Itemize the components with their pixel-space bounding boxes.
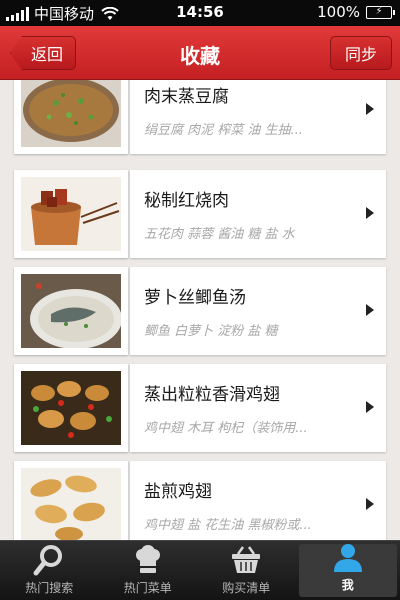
steamed-wings-image — [21, 371, 121, 445]
tofu-dish-image — [21, 80, 121, 147]
user-icon — [331, 540, 365, 574]
chevron-right-icon — [366, 304, 374, 316]
recipe-name: 秘制红烧肉 — [144, 191, 229, 211]
tab-label: 热门搜索 — [25, 581, 74, 595]
recipe-card[interactable]: 蒸出粒粒香滑鸡翅 鸡中翅 木耳 枸杞（装饰用... — [130, 364, 386, 452]
status-bar: 中国移动 14:56 100% ⚡ — [0, 0, 400, 26]
chevron-right-icon — [366, 401, 374, 413]
recipe-card[interactable]: 盐煎鸡翅 鸡中翅 盐 花生油 黑椒粉或... — [130, 461, 386, 540]
recipe-ingredients: 绢豆腐 肉泥 榨菜 油 生抽... — [144, 123, 303, 138]
navigation-bar: 返回 收藏 同步 — [0, 26, 400, 80]
recipe-name: 盐煎鸡翅 — [144, 482, 212, 502]
tab-me[interactable]: 我 — [298, 544, 397, 597]
magnifier-icon — [32, 543, 66, 577]
recipe-ingredients: 鸡中翅 盐 花生油 黑椒粉或... — [144, 518, 312, 533]
braised-pork-image — [21, 177, 121, 251]
basket-icon — [229, 543, 263, 577]
recipe-ingredients: 鲫鱼 白萝卜 淀粉 盐 糖 — [144, 324, 278, 339]
recipe-ingredients: 五花肉 蒜蓉 酱油 糖 盐 水 — [144, 227, 295, 242]
tab-label: 热门菜单 — [123, 581, 172, 595]
fish-soup-image — [21, 274, 121, 348]
recipe-name: 萝卜丝鲫鱼汤 — [144, 288, 246, 308]
list-item[interactable]: 肉末蒸豆腐 绢豆腐 肉泥 榨菜 油 生抽... — [14, 80, 386, 154]
list-item[interactable]: 盐煎鸡翅 鸡中翅 盐 花生油 黑椒粉或... — [14, 461, 386, 540]
list-item[interactable]: 萝卜丝鲫鱼汤 鲫鱼 白萝卜 淀粉 盐 糖 — [14, 267, 386, 355]
tab-bar: 热门搜索 热门菜单 购买清单 我 — [0, 540, 400, 600]
sync-button[interactable]: 同步 — [330, 36, 392, 70]
recipe-ingredients: 鸡中翅 木耳 枸杞（装饰用... — [144, 421, 308, 436]
chevron-right-icon — [366, 103, 374, 115]
tab-label: 购买清单 — [222, 581, 271, 595]
tab-shopping-list[interactable]: 购买清单 — [197, 541, 296, 600]
recipe-thumbnail[interactable] — [14, 267, 128, 355]
recipe-card[interactable]: 肉末蒸豆腐 绢豆腐 肉泥 榨菜 油 生抽... — [130, 80, 386, 154]
tab-hot-search[interactable]: 热门搜索 — [0, 541, 99, 600]
recipe-name: 肉末蒸豆腐 — [144, 87, 229, 107]
tab-label: 我 — [341, 578, 354, 592]
list-item[interactable]: 蒸出粒粒香滑鸡翅 鸡中翅 木耳 枸杞（装饰用... — [14, 364, 386, 452]
recipe-thumbnail[interactable] — [14, 170, 128, 258]
recipe-thumbnail[interactable] — [14, 461, 128, 540]
battery-percent: 100% — [317, 3, 360, 21]
recipe-card[interactable]: 秘制红烧肉 五花肉 蒜蓉 酱油 糖 盐 水 — [130, 170, 386, 258]
chevron-right-icon — [366, 207, 374, 219]
recipe-name: 蒸出粒粒香滑鸡翅 — [144, 385, 280, 405]
chef-hat-icon — [131, 543, 165, 577]
favorites-list: 肉末蒸豆腐 绢豆腐 肉泥 榨菜 油 生抽... 秘制红烧肉 五花肉 蒜蓉 酱油 … — [0, 80, 400, 540]
recipe-thumbnail[interactable] — [14, 364, 128, 452]
recipe-card[interactable]: 萝卜丝鲫鱼汤 鲫鱼 白萝卜 淀粉 盐 糖 — [130, 267, 386, 355]
list-item[interactable]: 秘制红烧肉 五花肉 蒜蓉 酱油 糖 盐 水 — [14, 170, 386, 258]
chevron-right-icon — [366, 498, 374, 510]
recipe-thumbnail[interactable] — [14, 80, 128, 154]
fried-wings-image — [21, 468, 121, 540]
battery-icon: ⚡ — [366, 5, 395, 19]
tab-hot-menu[interactable]: 热门菜单 — [99, 541, 198, 600]
